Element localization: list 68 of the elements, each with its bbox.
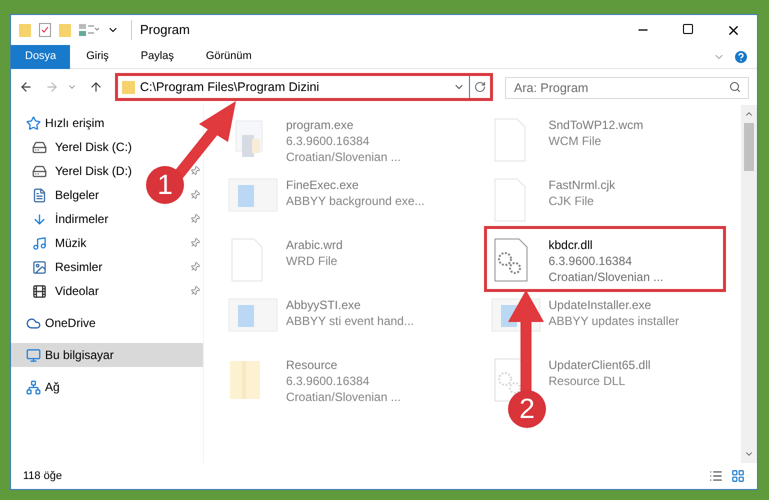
application-window-icon <box>228 177 278 213</box>
file-detail: WRD File <box>286 253 338 269</box>
ribbon-tab[interactable]: Giriş <box>70 44 125 68</box>
sidebar-item[interactable]: İndirmeler <box>55 210 108 228</box>
film-icon <box>32 284 47 298</box>
address-bar[interactable]: C:\Program Files\Program Dizini <box>115 73 493 101</box>
file-name[interactable]: FineExec.exe <box>286 177 425 193</box>
file-detail: Croatian/Slovenian ... <box>286 149 401 165</box>
sidebar-item[interactable]: Müzik <box>55 234 86 252</box>
drive-icon <box>32 164 47 178</box>
sidebar-item[interactable]: Ağ <box>45 378 60 396</box>
details-view-icon[interactable] <box>709 469 723 483</box>
star-icon <box>26 116 41 130</box>
help-icon[interactable] <box>733 48 749 64</box>
up-icon[interactable] <box>89 80 103 94</box>
file-detail: Resource DLL <box>548 373 626 389</box>
cloud-icon <box>26 316 41 330</box>
file-detail: ABBYY sti event hand... <box>286 313 414 329</box>
tiles-view-icon[interactable] <box>731 469 745 483</box>
file-detail: Croatian/Slovenian ... <box>286 389 401 405</box>
maximize-icon[interactable] <box>682 22 694 34</box>
search-icon <box>729 81 741 93</box>
scroll-thumb[interactable] <box>744 123 754 171</box>
sidebar-item[interactable]: Belgeler <box>55 186 100 204</box>
file-name[interactable]: Arabic.wrd <box>286 237 343 253</box>
file-name[interactable]: program.exe <box>286 117 401 133</box>
sidebar-item[interactable]: Hızlı erişim <box>45 114 104 132</box>
folder-icon <box>122 80 136 94</box>
file-name[interactable]: kbdcr.dll <box>548 237 664 253</box>
sidebar-item[interactable]: Yerel Disk (C:) <box>55 138 132 156</box>
item-count: 118 öğe <box>23 468 62 484</box>
sidebar-item[interactable]: OneDrive <box>45 314 96 332</box>
file-name[interactable]: SndToWP12.wcm <box>548 117 644 133</box>
file-name[interactable]: UpdaterClient65.dll <box>548 357 651 373</box>
address-path: C:\Program Files\Program Dizini <box>140 78 320 96</box>
file-detail: 6.3.9600.16384 <box>286 133 370 149</box>
sidebar-item[interactable]: Resimler <box>55 258 102 276</box>
back-icon[interactable] <box>19 80 33 94</box>
window-title: Program <box>131 20 190 40</box>
network-icon <box>26 380 41 394</box>
file-detail: 6.3.9600.16384 <box>548 253 633 269</box>
file-name[interactable]: Resource <box>286 357 401 373</box>
document-icon <box>32 188 47 202</box>
download-icon <box>32 212 47 226</box>
properties-icon[interactable] <box>79 23 99 37</box>
monitor-icon <box>26 348 41 362</box>
file-detail: 6.3.9600.16384 <box>286 373 370 389</box>
file-name[interactable]: FastNrml.cjk <box>548 177 616 193</box>
file-name[interactable]: AbbyySTI.exe <box>286 297 414 313</box>
file-detail: WCM File <box>548 133 602 149</box>
ribbon-tab[interactable]: Paylaş <box>124 44 190 68</box>
file-detail: CJK File <box>548 193 595 209</box>
file-detail: ABBYY background exe... <box>286 193 425 209</box>
application-window-icon <box>228 297 278 333</box>
search-field[interactable]: Ara: Program <box>505 77 749 99</box>
picture-icon <box>32 260 47 274</box>
refresh-icon[interactable] <box>474 81 486 93</box>
ribbon-tab[interactable]: Dosya <box>11 44 70 68</box>
ribbon-tab[interactable]: Görünüm <box>190 44 268 68</box>
file-detail: ABBYY updates installer <box>548 313 680 329</box>
file-detail: Croatian/Slovenian ... <box>548 269 664 285</box>
sidebar-item[interactable]: Videolar <box>55 282 99 300</box>
music-note-icon <box>32 236 47 250</box>
sidebar-item[interactable]: Yerel Disk (D:) <box>55 162 132 180</box>
drive-icon <box>32 140 47 154</box>
scrollbar[interactable] <box>741 105 757 463</box>
checklist-icon[interactable] <box>39 23 51 37</box>
file-name[interactable]: UpdateInstaller.exe <box>548 297 680 313</box>
